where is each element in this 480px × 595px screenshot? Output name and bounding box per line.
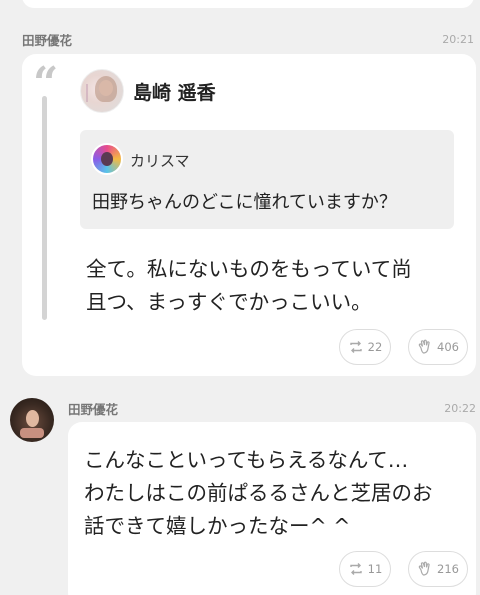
inner-quote-text: 田野ちゃんのどこに憧れていますか？ [92, 192, 397, 213]
retweet-count: 11 [367, 562, 383, 576]
avatar[interactable] [91, 143, 123, 175]
retweet-button[interactable]: 11 [339, 551, 391, 587]
timestamp: 20:21 [442, 33, 474, 46]
retweet-icon [349, 341, 362, 353]
text-line: 全て。私にないものをもっていて尚 [86, 257, 412, 281]
retweet-button[interactable]: 22 [339, 329, 391, 365]
quote-bar [42, 96, 47, 320]
text-line: わたしはこの前ぱるるさんと芝居のお [84, 481, 433, 505]
clap-icon [418, 339, 430, 354]
sender-name[interactable]: 田野優花 [68, 399, 118, 418]
clap-button[interactable]: 406 [408, 329, 468, 365]
timestamp: 20:22 [444, 402, 476, 415]
clap-count: 406 [437, 340, 459, 354]
clap-icon [418, 561, 430, 576]
sender-name[interactable]: 田野優花 [22, 30, 72, 49]
text-line: 且つ、まっすぐでかっこいい。 [86, 290, 372, 314]
clap-count: 216 [437, 562, 459, 576]
quoted-reply-text: 全て。私にないものをもっていて尚 且つ、まっすぐでかっこいい。 [86, 253, 456, 319]
quoted-author-name[interactable]: 島崎 遥香 [133, 78, 216, 105]
avatar[interactable] [10, 398, 54, 442]
previous-message-card [22, 0, 474, 8]
clap-button[interactable]: 216 [408, 551, 468, 587]
text-line: 話できて嬉しかったなー^ ^ [84, 514, 351, 538]
message-header: 田野優花 20:22 [68, 399, 476, 418]
retweet-count: 22 [367, 340, 383, 354]
avatar[interactable] [80, 69, 124, 113]
chat-timeline: 田野優花 20:21 “ 島崎 遥香 カリスマ 田野ちゃんのどこに憧れていますか… [0, 0, 480, 595]
inner-quote-box [80, 130, 454, 229]
retweet-icon [349, 563, 362, 575]
inner-quote-author[interactable]: カリスマ [130, 150, 190, 171]
reply-message-text: こんなこといってもらえるなんて… わたしはこの前ぱるるさんと芝居のお 話できて嬉… [84, 444, 469, 543]
text-line: こんなこといってもらえるなんて… [84, 448, 409, 472]
message-header: 田野優花 20:21 [22, 30, 474, 49]
